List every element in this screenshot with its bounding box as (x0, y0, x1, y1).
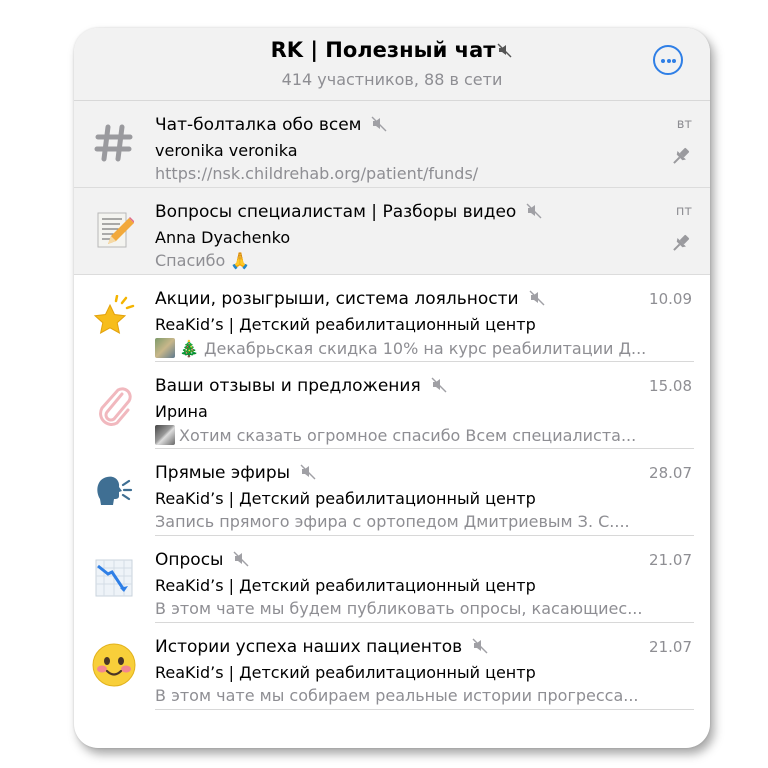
mute-icon (233, 550, 250, 572)
mute-icon (529, 289, 546, 311)
more-options-button[interactable] (653, 45, 683, 75)
chat-date: 28.07 (649, 464, 692, 482)
chat-window: RK | Полезный чат 414 участников, 88 в с… (74, 28, 710, 748)
speaking-head-icon (88, 465, 140, 517)
chat-row[interactable]: Вопросы специалистам | Разборы видео пт … (74, 188, 710, 275)
chat-row[interactable]: Чат-болталка обо всем вт veronika veroni… (74, 101, 710, 188)
chat-date: 15.08 (649, 377, 692, 395)
chat-date: 21.07 (649, 638, 692, 656)
chat-title: Истории успеха наших пациентов (155, 637, 489, 659)
chat-sender: ReaKid’s | Детский реабилитационный цент… (155, 663, 536, 682)
chat-list: Чат-болталка обо всем вт veronika veroni… (74, 101, 710, 710)
chat-title: Прямые эфиры (155, 463, 317, 485)
divider (155, 709, 694, 710)
chat-preview: https://nsk.childrehab.org/patient/funds… (155, 164, 479, 183)
paperclip-icon (88, 378, 140, 430)
chat-preview: Спасибо 🙏 (155, 251, 251, 270)
chat-row[interactable]: Опросы 21.07 ReaKid’s | Детский реабилит… (74, 536, 710, 623)
chat-preview: 🎄 Декабрьская скидка 10% на курс реабили… (155, 338, 690, 358)
chat-row[interactable]: Прямые эфиры 28.07 ReaKid’s | Детский ре… (74, 449, 710, 536)
chat-sender: Ирина (155, 402, 208, 421)
chat-title: Вопросы специалистам | Разборы видео (155, 202, 543, 224)
mute-icon (431, 376, 448, 398)
chat-row[interactable]: Истории успеха наших пациентов 21.07 Rea… (74, 623, 710, 710)
chat-title: Опросы (155, 550, 250, 572)
mute-icon (497, 39, 513, 63)
mute-icon (371, 115, 388, 137)
chat-row[interactable]: Акции, розыгрыши, система лояльности 10.… (74, 275, 710, 362)
chat-date: 21.07 (649, 551, 692, 569)
star-icon (88, 291, 140, 343)
chat-preview: В этом чате мы собираем реальные истории… (155, 686, 639, 705)
mute-icon (526, 202, 543, 224)
chat-title: Ваши отзывы и предложения (155, 376, 448, 398)
chat-sender: ReaKid’s | Детский реабилитационный цент… (155, 576, 536, 595)
chat-sender: Anna Dyachenko (155, 228, 291, 247)
chat-sender: veronika veronika (155, 141, 298, 160)
chat-sender: ReaKid’s | Детский реабилитационный цент… (155, 315, 536, 334)
member-count: 414 участников, 88 в сети (281, 70, 503, 89)
hash-icon (88, 117, 140, 169)
chat-preview: Запись прямого эфира с ортопедом Дмитрие… (155, 512, 630, 531)
chat-date: 10.09 (649, 290, 692, 308)
chat-preview: Хотим сказать огромное спасибо Всем спец… (155, 425, 690, 445)
chat-title: Чат-болталка обо всем (155, 115, 388, 137)
chat-sender: ReaKid’s | Детский реабилитационный цент… (155, 489, 536, 508)
chat-preview: В этом чате мы будем публиковать опросы,… (155, 599, 643, 618)
chat-title: Акции, розыгрыши, система лояльности (155, 289, 546, 311)
chat-date: вт (676, 117, 692, 132)
group-title: RK | Полезный чат (270, 38, 496, 62)
chat-row[interactable]: Ваши отзывы и предложения 15.08 Ирина Хо… (74, 362, 710, 449)
memo-icon (88, 204, 140, 256)
chat-header: RK | Полезный чат 414 участников, 88 в с… (74, 28, 710, 101)
mute-icon (472, 637, 489, 659)
mute-icon (300, 463, 317, 485)
chat-date: пт (675, 204, 692, 219)
smiling-face-icon (88, 639, 140, 691)
chart-decreasing-icon (88, 552, 140, 604)
media-thumbnail (155, 338, 175, 358)
page-title[interactable]: RK | Полезный чат (74, 38, 710, 63)
media-thumbnail (155, 425, 175, 445)
